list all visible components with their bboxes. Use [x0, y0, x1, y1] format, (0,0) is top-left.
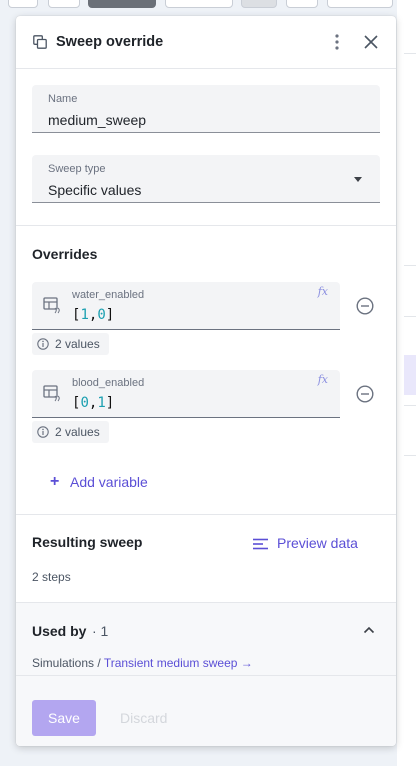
- override-field-blood-enabled[interactable]: blood_enabled [0,1] fx: [32, 370, 340, 418]
- background-divider: [404, 455, 416, 456]
- background-toolbar-button: [327, 0, 393, 8]
- background-toolbar-button: [88, 0, 156, 8]
- remove-circle-icon[interactable]: [356, 297, 374, 315]
- sweep-type-label: Sweep type: [48, 163, 106, 175]
- name-field-value[interactable]: medium_sweep: [48, 112, 146, 128]
- values-count-badge: 2 values: [32, 333, 109, 355]
- name-field[interactable]: Name medium_sweep: [32, 85, 380, 133]
- panel-title: Sweep override: [56, 34, 164, 50]
- override-value-item: 0: [80, 395, 89, 411]
- used-by-count: · 1: [92, 623, 109, 639]
- chevron-down-icon[interactable]: [354, 177, 362, 182]
- background-toolbar-button: [241, 0, 277, 8]
- footer-divider: [16, 675, 396, 676]
- name-field-label: Name: [48, 93, 78, 105]
- used-by-breadcrumb: Simulations / Transient medium sweep →: [32, 656, 253, 670]
- sweep-type-value: Specific values: [48, 182, 142, 198]
- override-value-item: 0: [97, 307, 106, 323]
- override-value[interactable]: [0,1]: [72, 395, 114, 411]
- background-toolbar-button: [48, 0, 80, 8]
- function-icon[interactable]: fx: [318, 373, 328, 386]
- close-icon[interactable]: [363, 34, 379, 50]
- preview-data-label: Preview data: [277, 535, 358, 551]
- discard-button[interactable]: Discard: [120, 700, 167, 736]
- steps-count: 2 steps: [32, 570, 71, 584]
- background-divider: [404, 316, 416, 317]
- overrides-title: Overrides: [32, 246, 98, 262]
- table-variable-icon: [43, 297, 60, 314]
- override-label: blood_enabled: [72, 377, 145, 389]
- copy-icon: [33, 35, 47, 49]
- override-label: water_enabled: [72, 289, 145, 301]
- more-vertical-icon[interactable]: [330, 32, 344, 52]
- background-divider: [404, 265, 416, 266]
- chevron-up-icon[interactable]: [362, 623, 376, 637]
- list-icon: [253, 538, 268, 550]
- used-by-title: Used by: [32, 623, 87, 639]
- background-toolbar-button: [165, 0, 233, 8]
- override-field-water-enabled[interactable]: water_enabled [1,0] fx: [32, 282, 340, 330]
- background-toolbar-button: [286, 0, 318, 8]
- background-divider: [404, 405, 416, 406]
- sweep-type-select[interactable]: Sweep type Specific values: [32, 155, 380, 203]
- sweep-override-panel: Sweep override Name medium_sweep Sweep t…: [16, 16, 396, 746]
- info-icon: [37, 338, 49, 350]
- info-icon: [37, 426, 49, 438]
- remove-circle-icon[interactable]: [356, 385, 374, 403]
- used-by-category: Simulations /: [32, 656, 104, 670]
- override-value-item: 1: [80, 307, 89, 323]
- plus-icon: +: [50, 473, 60, 490]
- panel-header: Sweep override: [16, 16, 396, 69]
- background-toolbar: [0, 0, 416, 10]
- override-value-item: 1: [97, 395, 106, 411]
- function-icon[interactable]: fx: [318, 285, 328, 298]
- values-count-badge: 2 values: [32, 421, 109, 443]
- section-divider: [16, 514, 396, 515]
- table-variable-icon: [43, 385, 60, 402]
- values-count-text: 2 values: [55, 425, 100, 439]
- background-divider: [404, 53, 416, 54]
- section-divider: [16, 225, 396, 226]
- override-value[interactable]: [1,0]: [72, 307, 114, 323]
- used-by-section: Used by · 1 Simulations / Transient medi…: [16, 602, 396, 746]
- resulting-sweep-title: Resulting sweep: [32, 534, 143, 550]
- values-count-text: 2 values: [55, 337, 100, 351]
- simulation-link[interactable]: Transient medium sweep →: [104, 656, 253, 670]
- background-toolbar-button: [8, 0, 38, 8]
- background-selected-row: [404, 355, 416, 395]
- save-button[interactable]: Save: [32, 700, 96, 736]
- add-variable-label: Add variable: [70, 474, 148, 490]
